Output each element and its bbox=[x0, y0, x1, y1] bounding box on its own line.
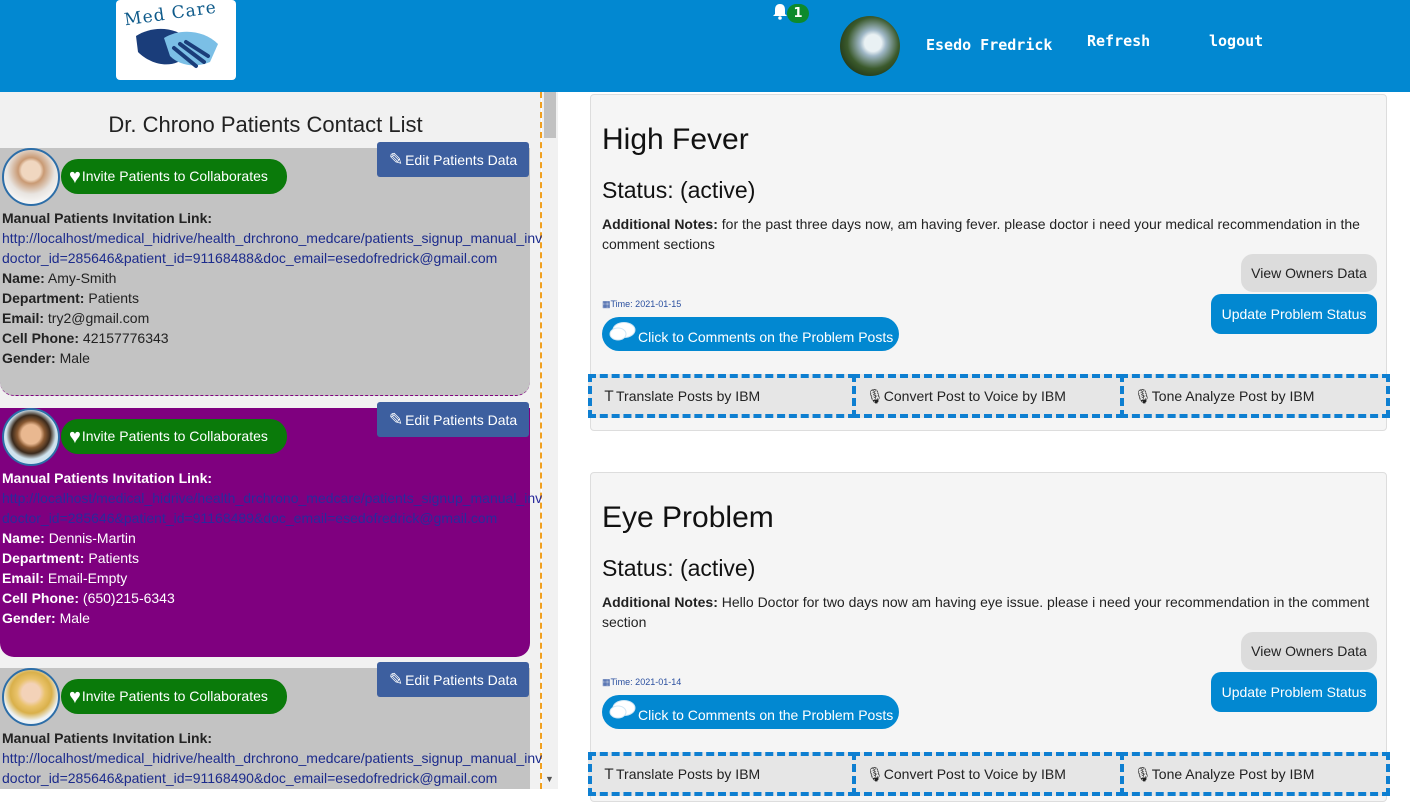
update-problem-status-button[interactable]: Update Problem Status bbox=[1211, 672, 1377, 712]
invitation-link[interactable]: http://localhost/medical_hidrive/health_… bbox=[2, 230, 542, 246]
user-name-link[interactable]: Esedo Fredrick bbox=[926, 36, 1052, 54]
edit-patient-button[interactable]: ✎ Edit Patients Data bbox=[377, 402, 529, 437]
medcare-logo[interactable]: Med Care bbox=[116, 0, 236, 80]
convert-voice-button[interactable]: 🎙Convert Post to Voice by IBM bbox=[852, 374, 1124, 418]
patient-phone: Cell Phone: 42157776343 bbox=[2, 330, 169, 346]
post-status: Status: (active) bbox=[602, 555, 756, 581]
logout-link[interactable]: logout bbox=[1209, 32, 1263, 50]
tone-analyze-button[interactable]: 🎙Tone Analyze Post by IBM bbox=[1120, 374, 1390, 418]
post-title: Eye Problem bbox=[602, 501, 774, 534]
handshake-icon bbox=[136, 28, 218, 68]
translate-post-button[interactable]: ＴTranslate Posts by IBM bbox=[588, 752, 856, 796]
scrollbar-thumb[interactable] bbox=[544, 92, 556, 138]
post-notes: Additional Notes: for the past three day… bbox=[602, 216, 1360, 252]
invitation-link-heading: Manual Patients Invitation Link: bbox=[2, 730, 213, 746]
edit-icon: ✎ bbox=[388, 670, 404, 689]
tone-analyze-button[interactable]: 🎙Tone Analyze Post by IBM bbox=[1120, 752, 1390, 796]
contacts-list-title: Dr. Chrono Patients Contact List bbox=[108, 112, 423, 137]
invite-patient-button[interactable]: ♥Invite Patients to Collaborates bbox=[61, 419, 287, 454]
comment-button[interactable]: Click to Comments on the Problem Posts bbox=[602, 317, 899, 351]
invite-patient-button[interactable]: ♥Invite Patients to Collaborates bbox=[61, 679, 287, 714]
edit-patient-label: Edit Patients Data bbox=[405, 672, 518, 688]
invitation-link-cont[interactable]: doctor_id=285646&patient_id=91168488&doc… bbox=[2, 250, 542, 266]
comment-button[interactable]: Click to Comments on the Problem Posts bbox=[602, 695, 899, 729]
view-owners-data-button[interactable]: View Owners Data bbox=[1241, 254, 1377, 292]
post-status: Status: (active) bbox=[602, 177, 756, 203]
speech-bubble-icon bbox=[609, 700, 636, 719]
post-title: High Fever bbox=[602, 123, 749, 156]
post-time: ▦Time: 2021-01-14 bbox=[602, 677, 682, 687]
comment-label: Click to Comments on the Problem Posts bbox=[638, 707, 894, 723]
patient-gender: Gender: Male bbox=[2, 610, 90, 626]
invite-label: Invite Patients to Collaborates bbox=[81, 428, 268, 444]
calendar-icon: ▦ bbox=[602, 677, 611, 687]
patient-card: ✎ Edit Patients Data ♥Invite Patients to … bbox=[0, 402, 542, 657]
invitation-link[interactable]: http://localhost/medical_hidrive/health_… bbox=[2, 490, 542, 506]
ibm-tools-row: ＴTranslate Posts by IBM 🎙Convert Post to… bbox=[588, 752, 1390, 796]
speech-bubble-icon bbox=[609, 322, 636, 341]
heart-icon: ♥ bbox=[69, 686, 81, 708]
post-time: ▦Time: 2021-01-15 bbox=[602, 299, 682, 309]
edit-patient-button[interactable]: ✎ Edit Patients Data bbox=[377, 142, 529, 177]
edit-patient-button[interactable]: ✎ Edit Patients Data bbox=[377, 662, 529, 697]
notification-badge: 1 bbox=[787, 4, 809, 23]
patient-department: Department: Patients bbox=[2, 550, 139, 566]
convert-voice-button[interactable]: 🎙Convert Post to Voice by IBM bbox=[852, 752, 1124, 796]
edit-patient-label: Edit Patients Data bbox=[405, 412, 518, 428]
patient-email: Email: try2@gmail.com bbox=[2, 310, 150, 326]
patient-avatar bbox=[2, 668, 60, 726]
patient-phone: Cell Phone: (650)215-6343 bbox=[2, 590, 175, 606]
heart-icon: ♥ bbox=[69, 166, 81, 188]
microphone-icon: 🎙 bbox=[1134, 388, 1152, 404]
invitation-link-cont[interactable]: doctor_id=285646&patient_id=91168489&doc… bbox=[2, 510, 542, 526]
invite-label: Invite Patients to Collaborates bbox=[81, 688, 268, 704]
patient-card: ✎ Edit Patients Data ♥Invite Patients to … bbox=[0, 142, 542, 396]
edit-patient-label: Edit Patients Data bbox=[405, 152, 518, 168]
edit-icon: ✎ bbox=[388, 150, 404, 169]
user-avatar[interactable] bbox=[840, 16, 900, 76]
patient-gender: Gender: Male bbox=[2, 350, 90, 366]
patient-email: Email: Email-Empty bbox=[2, 570, 128, 586]
microphone-icon: 🎙 bbox=[1134, 766, 1152, 782]
invitation-link-cont[interactable]: doctor_id=285646&patient_id=91168490&doc… bbox=[2, 770, 542, 786]
patient-card: ✎ Edit Patients Data ♥Invite Patients to … bbox=[0, 662, 542, 789]
post-notes: Additional Notes: Hello Doctor for two d… bbox=[602, 594, 1370, 630]
update-problem-status-button[interactable]: Update Problem Status bbox=[1211, 294, 1377, 334]
patient-avatar bbox=[2, 408, 60, 466]
patient-name: Name: Amy-Smith bbox=[2, 270, 117, 286]
invitation-link[interactable]: http://localhost/medical_hidrive/health_… bbox=[2, 750, 542, 766]
calendar-icon: ▦ bbox=[602, 299, 611, 309]
invitation-link-heading: Manual Patients Invitation Link: bbox=[2, 470, 213, 486]
patient-name: Name: Dennis-Martin bbox=[2, 530, 136, 546]
ibm-tools-row: ＴTranslate Posts by IBM 🎙Convert Post to… bbox=[588, 374, 1390, 418]
patient-department: Department: Patients bbox=[2, 290, 139, 306]
translate-icon: Ｔ bbox=[602, 766, 616, 782]
edit-icon: ✎ bbox=[388, 410, 404, 429]
translate-post-button[interactable]: ＴTranslate Posts by IBM bbox=[588, 374, 856, 418]
heart-icon: ♥ bbox=[69, 426, 81, 448]
microphone-icon: 🎙 bbox=[866, 388, 884, 404]
patient-avatar bbox=[2, 148, 60, 206]
comment-label: Click to Comments on the Problem Posts bbox=[638, 329, 894, 345]
microphone-icon: 🎙 bbox=[866, 766, 884, 782]
translate-icon: Ｔ bbox=[602, 388, 616, 404]
invite-label: Invite Patients to Collaborates bbox=[81, 168, 268, 184]
contacts-scrollbar[interactable] bbox=[542, 92, 558, 789]
refresh-link[interactable]: Refresh bbox=[1087, 32, 1150, 50]
problem-post: High Fever Status: (active) Additional N… bbox=[588, 94, 1390, 431]
invite-patient-button[interactable]: ♥Invite Patients to Collaborates bbox=[61, 159, 287, 194]
view-owners-data-button[interactable]: View Owners Data bbox=[1241, 632, 1377, 670]
scroll-down-arrow-icon[interactable]: ▼ bbox=[545, 774, 554, 784]
invitation-link-heading: Manual Patients Invitation Link: bbox=[2, 210, 213, 226]
problem-post: Eye Problem Status: (active) Additional … bbox=[588, 472, 1390, 802]
